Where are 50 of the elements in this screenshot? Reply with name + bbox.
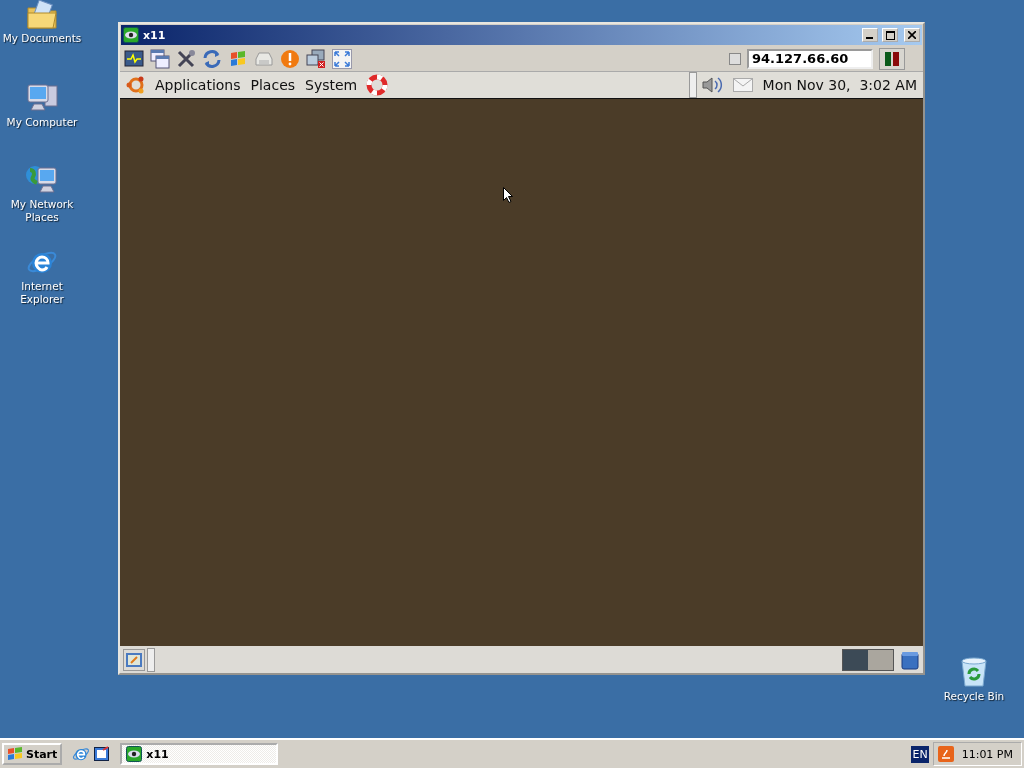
monitor-x-icon[interactable] — [306, 48, 326, 69]
monitor-pulse-icon[interactable] — [124, 48, 144, 69]
taskbar-clock[interactable]: 11:01 PM — [961, 747, 1013, 761]
windows-flag-icon — [7, 747, 23, 761]
refresh-icon[interactable] — [202, 48, 222, 69]
lifebuoy-icon[interactable] — [366, 74, 389, 96]
toggle-button[interactable] — [729, 52, 741, 65]
fullscreen-icon[interactable] — [332, 48, 352, 69]
minimize-button[interactable] — [862, 28, 878, 42]
workspace-switcher-cell[interactable] — [868, 649, 893, 670]
panel-menu[interactable]: System — [300, 77, 363, 93]
desktop-icon-label[interactable]: Recycle Bin — [943, 690, 1005, 703]
connection-status-icon — [879, 47, 905, 70]
panel-handle[interactable] — [147, 647, 155, 672]
logo-icon[interactable] — [126, 75, 146, 95]
windows-flag-icon[interactable] — [228, 48, 248, 69]
folder-icon — [26, 0, 58, 30]
windows-icon[interactable] — [150, 48, 170, 69]
panel-handle[interactable] — [688, 72, 697, 98]
tray-app-icon[interactable] — [937, 746, 954, 762]
desktop-icon-label[interactable]: My Documents — [2, 32, 82, 45]
workspace-switcher-cell[interactable] — [843, 649, 868, 670]
computer-icon — [25, 82, 59, 114]
start-button[interactable]: Start — [2, 743, 63, 765]
close-button[interactable] — [904, 28, 920, 42]
eye-app-icon — [126, 746, 143, 762]
show-desktop-icon[interactable] — [123, 648, 145, 671]
desktop-icon-label[interactable]: Internet Explorer — [0, 280, 84, 306]
desktop-icon-label[interactable]: My Network Places — [0, 198, 84, 224]
network-computer-icon — [25, 164, 59, 196]
address-field[interactable]: 94.127.66.60 — [747, 48, 873, 69]
envelope-icon[interactable] — [732, 78, 753, 92]
panel-menu[interactable]: Applications — [150, 77, 246, 93]
language-indicator[interactable]: EN — [911, 745, 929, 763]
maximize-button[interactable] — [882, 28, 898, 42]
warning-icon[interactable] — [280, 48, 300, 69]
eye-app-icon — [123, 27, 139, 43]
taskbar-task-button[interactable]: x11 — [120, 743, 279, 765]
desktop-icon-label[interactable]: My Computer — [6, 116, 78, 129]
trash-icon[interactable] — [900, 649, 920, 670]
browser-e-icon[interactable] — [72, 745, 91, 763]
cursor-icon — [503, 187, 514, 203]
panel-clock[interactable]: Mon Nov 30, 3:02 AM — [762, 77, 917, 93]
speaker-icon[interactable] — [700, 75, 723, 95]
window-title: x11 — [143, 28, 167, 42]
maximize-icon — [885, 30, 895, 40]
recycle-bin-icon — [959, 656, 989, 688]
panel-menu[interactable]: Places — [245, 77, 301, 93]
tools-icon[interactable] — [176, 48, 196, 69]
close-icon — [908, 31, 916, 39]
